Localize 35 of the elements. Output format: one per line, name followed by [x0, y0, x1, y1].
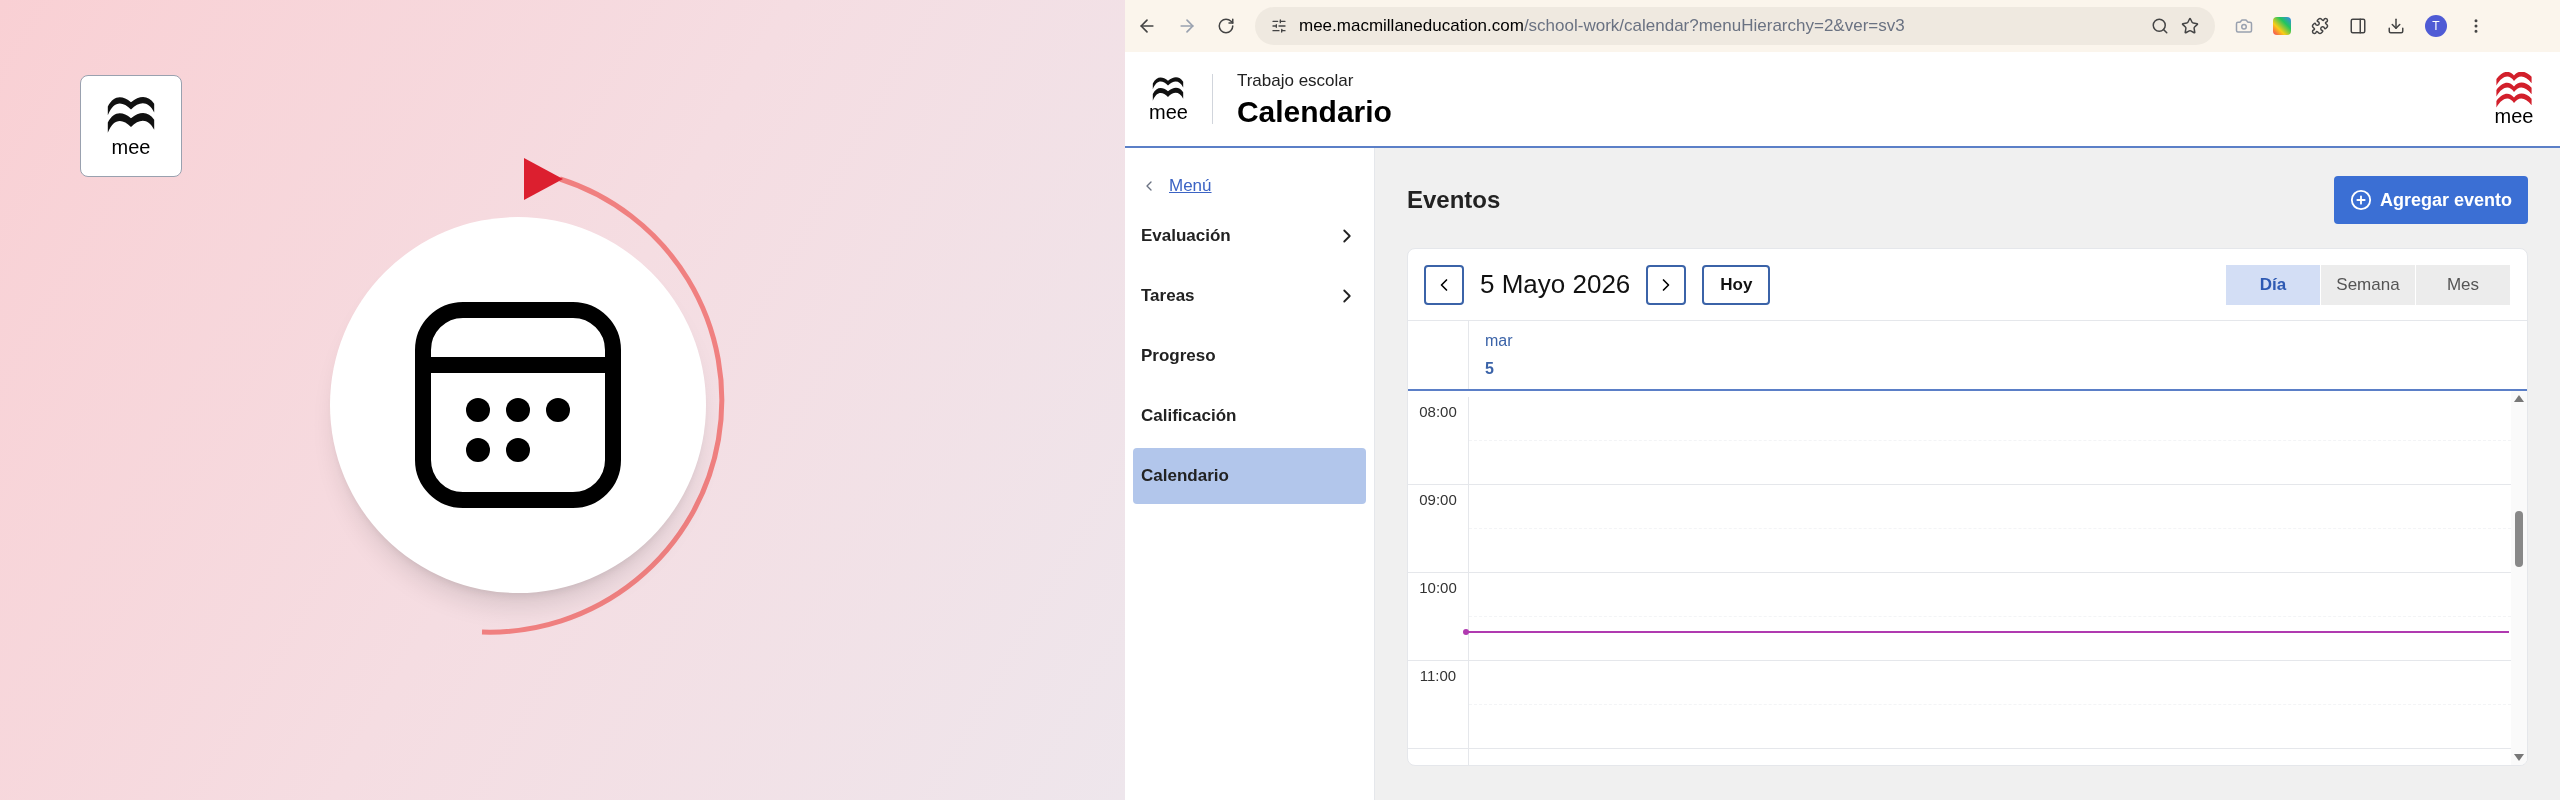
- date-title: 5 Mayo 2026: [1480, 268, 1631, 301]
- site-settings-icon[interactable]: [1271, 18, 1287, 34]
- download-icon[interactable]: [2387, 17, 2405, 35]
- profile-avatar[interactable]: T: [2425, 15, 2447, 37]
- scrollbar[interactable]: [2511, 391, 2527, 765]
- sidebar-item[interactable]: Calendario: [1133, 448, 1366, 504]
- extensions-icon[interactable]: [2311, 17, 2329, 35]
- bookmark-star-icon[interactable]: [2181, 17, 2199, 35]
- back-menu-link[interactable]: Menú: [1133, 172, 1366, 200]
- view-tab[interactable]: Día: [2226, 264, 2321, 305]
- day-name: mar: [1485, 331, 1514, 351]
- hour-label: 08:00: [1418, 402, 1458, 422]
- zoom-icon[interactable]: [2151, 17, 2169, 35]
- address-bar[interactable]: mee.macmillaneducation.com/school-work/calendar?menuHierarchy=2&ver=sv3: [1255, 7, 2215, 45]
- day-number: 5: [1485, 359, 1495, 379]
- hour-label: 10:00: [1418, 578, 1458, 598]
- reload-icon[interactable]: [1217, 17, 1235, 35]
- hour-label: 09:00: [1418, 490, 1458, 510]
- plus-circle-icon: [2349, 189, 2372, 211]
- brand-text: mee: [2494, 106, 2534, 126]
- add-event-button[interactable]: Agregar evento: [2333, 176, 2528, 224]
- previous-button[interactable]: [1424, 264, 1464, 305]
- events-heading: Eventos: [1407, 185, 1501, 215]
- side-panel-icon[interactable]: [2349, 17, 2367, 35]
- section-label: Trabajo escolar: [1236, 69, 1355, 92]
- next-button[interactable]: [1646, 264, 1687, 305]
- view-tab[interactable]: Mes: [2416, 264, 2511, 305]
- url-text: mee.macmillaneducation.com/school-work/calendar?menuHierarchy=2&ver=sv3: [1299, 15, 1906, 38]
- page-title: Calendario: [1236, 94, 1393, 130]
- hour-label: 11:00: [1418, 666, 1458, 686]
- logo-text: mee: [1149, 102, 1188, 123]
- color-extension-icon[interactable]: [2273, 17, 2291, 35]
- today-button[interactable]: Hoy: [1702, 264, 1771, 305]
- view-tab[interactable]: Semana: [2321, 264, 2416, 305]
- logo-text: mee: [111, 137, 151, 158]
